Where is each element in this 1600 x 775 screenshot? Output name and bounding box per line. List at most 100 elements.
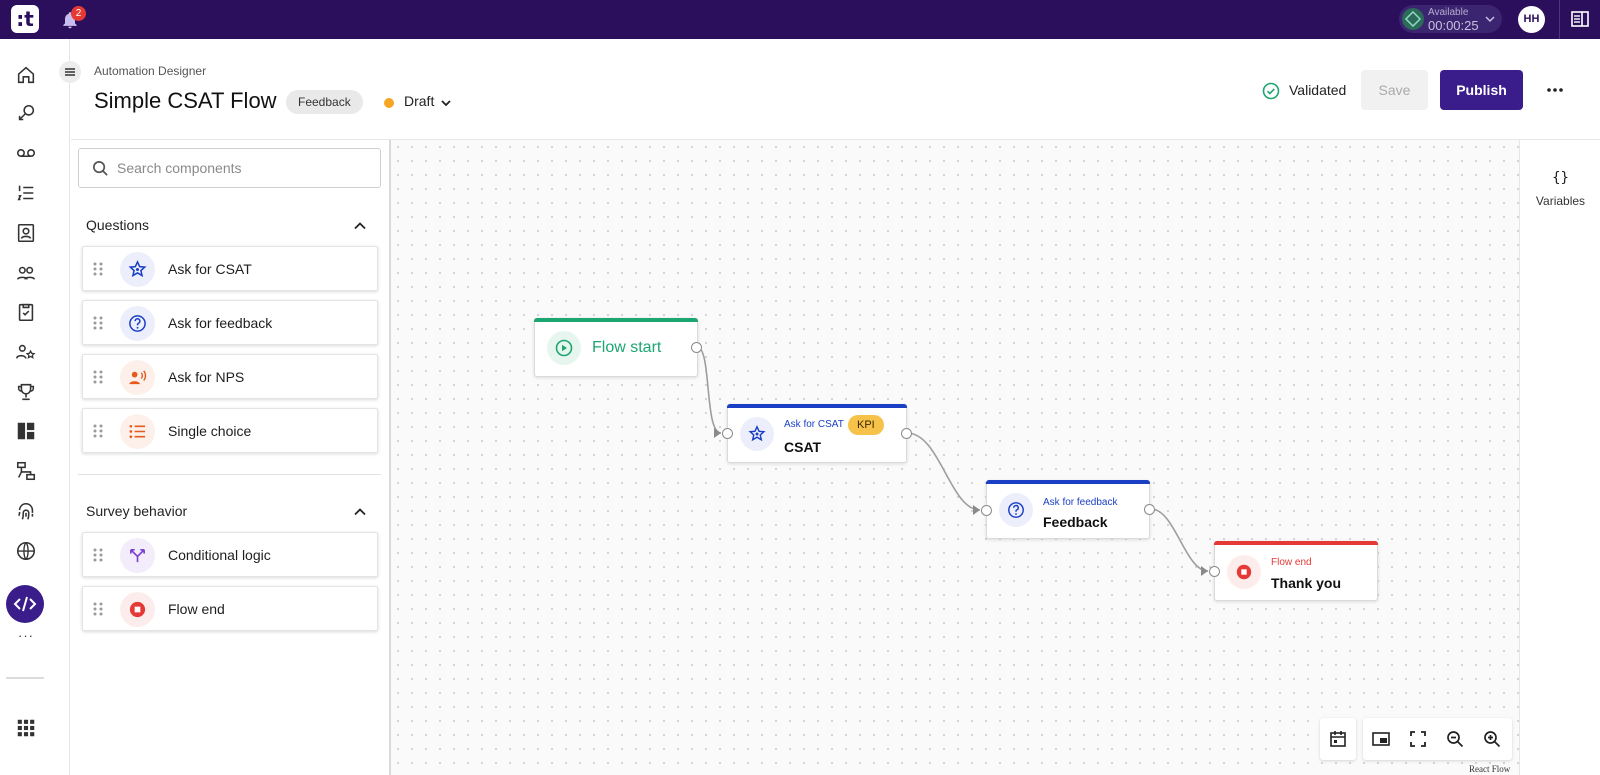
component-search: [78, 148, 381, 188]
component-conditional-logic[interactable]: Conditional logic: [82, 532, 378, 577]
node-accent-bar: [1214, 541, 1378, 545]
question-circle-icon: [120, 306, 155, 341]
node-name: Thank you: [1271, 575, 1342, 591]
home-icon[interactable]: [15, 64, 37, 86]
node-output-port[interactable]: [691, 342, 702, 353]
node-output-port[interactable]: [1144, 504, 1155, 515]
zoom-in-icon[interactable]: [1482, 729, 1502, 749]
star-icon: [120, 252, 155, 287]
top-bar: :t 2 Available 00:00:25 HH: [0, 0, 1600, 39]
agent-status-selector[interactable]: Available 00:00:25: [1399, 5, 1502, 33]
drag-handle-icon[interactable]: [92, 601, 104, 617]
chevron-down-icon[interactable]: [440, 97, 452, 109]
node-name: CSAT: [784, 439, 822, 455]
node-feedback[interactable]: Ask for feedback Feedback: [986, 480, 1150, 539]
component-ask-for-feedback[interactable]: Ask for feedback: [82, 300, 378, 345]
variables-button[interactable]: Variables: [1520, 194, 1600, 208]
component-ask-for-csat[interactable]: Ask for CSAT: [82, 246, 378, 291]
fullscreen-icon[interactable]: [1408, 729, 1428, 749]
automation-designer-nav[interactable]: [6, 585, 44, 623]
search-input[interactable]: [117, 149, 372, 187]
canvas-control-group: [1363, 718, 1512, 760]
component-flow-end[interactable]: Flow end: [82, 586, 378, 631]
drag-handle-icon[interactable]: [92, 369, 104, 385]
menu-icon[interactable]: [59, 61, 81, 83]
star-icon: [740, 417, 774, 451]
section-title-survey-behavior[interactable]: Survey behavior: [86, 503, 187, 519]
variables-panel: {} Variables: [1519, 140, 1600, 775]
save-button[interactable]: Save: [1361, 70, 1428, 110]
minimap-icon[interactable]: [1371, 729, 1391, 749]
drag-handle-icon[interactable]: [92, 423, 104, 439]
zoom-out-icon[interactable]: [1445, 729, 1465, 749]
dashboard-icon[interactable]: [15, 420, 37, 442]
node-name: Feedback: [1043, 514, 1108, 530]
component-label: Ask for feedback: [168, 315, 273, 331]
node-accent-bar: [986, 480, 1150, 484]
chevron-up-icon[interactable]: [352, 504, 368, 520]
component-label: Flow end: [168, 601, 225, 617]
drag-handle-icon[interactable]: [92, 547, 104, 563]
question-circle-icon: [999, 493, 1033, 527]
list-icon: [120, 414, 155, 449]
section-divider: [78, 474, 381, 475]
user-avatar[interactable]: HH: [1518, 6, 1545, 33]
rail-divider: [6, 677, 44, 679]
braces-icon[interactable]: {}: [1520, 170, 1600, 186]
flow-canvas[interactable]: [391, 140, 1519, 775]
node-kind: Ask for feedback: [1043, 497, 1118, 508]
kpi-badge: KPI: [848, 415, 884, 435]
node-input-port[interactable]: [981, 505, 992, 516]
apps-grid-icon[interactable]: [15, 717, 37, 739]
node-input-port[interactable]: [722, 428, 733, 439]
routing-icon[interactable]: [15, 103, 37, 125]
components-panel: [71, 140, 390, 775]
more-nav-icon[interactable]: ···: [15, 628, 37, 643]
drag-handle-icon[interactable]: [92, 315, 104, 331]
drag-handle-icon[interactable]: [92, 261, 104, 277]
calendar-icon[interactable]: [1328, 729, 1348, 749]
status-timer: 00:00:25: [1428, 18, 1479, 33]
workflow-icon[interactable]: [15, 460, 37, 482]
chevron-up-icon[interactable]: [352, 218, 368, 234]
check-circle-icon: [1262, 82, 1280, 100]
node-flow-start[interactable]: Flow start: [534, 318, 698, 377]
app-logo[interactable]: :t: [11, 5, 39, 33]
react-flow-attribution[interactable]: React Flow: [1469, 764, 1510, 774]
node-accent-bar: [727, 404, 907, 408]
section-title-questions[interactable]: Questions: [86, 217, 149, 233]
stop-circle-icon: [120, 592, 155, 627]
component-label: Single choice: [168, 423, 252, 439]
status-icon: [1402, 8, 1424, 30]
breadcrumb[interactable]: Automation Designer: [94, 64, 206, 78]
page-title: Simple CSAT Flow: [94, 88, 277, 113]
node-output-port[interactable]: [901, 428, 912, 439]
component-single-choice[interactable]: Single choice: [82, 408, 378, 453]
node-accent-bar: [534, 318, 698, 322]
search-icon: [92, 160, 109, 177]
globe-icon[interactable]: [15, 540, 37, 562]
component-ask-for-nps[interactable]: Ask for NPS: [82, 354, 378, 399]
contacts-icon[interactable]: [15, 222, 37, 244]
fingerprint-icon[interactable]: [15, 501, 37, 523]
node-label: Flow start: [592, 339, 662, 356]
trophy-icon[interactable]: [15, 381, 37, 403]
play-circle-icon: [547, 331, 581, 365]
draft-status-dot: [384, 98, 394, 108]
validation-status: Validated: [1289, 82, 1347, 98]
people-star-icon[interactable]: [15, 341, 37, 363]
publish-button[interactable]: Publish: [1440, 70, 1523, 110]
node-flow-end[interactable]: Flow end Thank you: [1214, 541, 1378, 601]
status-label: Available: [1428, 7, 1469, 18]
team-icon[interactable]: [15, 262, 37, 284]
ordered-list-icon[interactable]: [15, 182, 37, 204]
more-options-icon[interactable]: [1544, 80, 1566, 100]
person-voice-icon: [120, 360, 155, 395]
node-csat[interactable]: Ask for CSAT KPI CSAT: [727, 404, 907, 463]
nav-rail: ···: [0, 39, 70, 775]
clipboard-check-icon[interactable]: [15, 301, 37, 323]
voicemail-icon[interactable]: [15, 142, 37, 164]
draft-status-dropdown[interactable]: Draft: [404, 93, 434, 109]
node-input-port[interactable]: [1209, 566, 1220, 577]
side-panel-icon[interactable]: [1570, 9, 1590, 29]
